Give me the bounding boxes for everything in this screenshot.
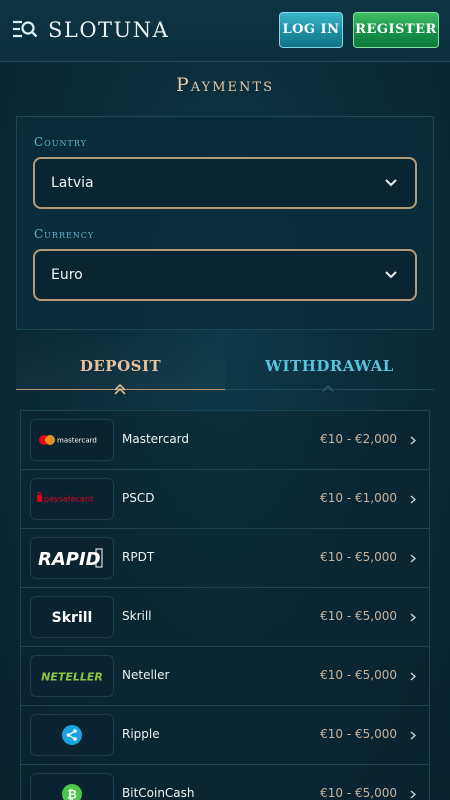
method-limits: €10 - €5,000 — [320, 550, 397, 564]
mastercard-icon: mastercard — [30, 419, 114, 461]
filters-panel: Country Latvia Currency Euro — [16, 116, 434, 330]
list-item[interactable]: ₿ BitCoinCash €10 - €5,000 — [21, 765, 429, 800]
list-item[interactable]: RAPID RPDT €10 - €5,000 — [21, 529, 429, 588]
country-select[interactable]: Latvia — [33, 157, 417, 209]
paysafecard-logo-text: paysafecard — [44, 495, 93, 504]
login-button[interactable]: LOG IN — [279, 12, 343, 48]
mastercard-logo-text: mastercard — [57, 437, 97, 445]
neteller-icon: NETELLER — [30, 655, 114, 697]
chevron-right-icon — [410, 731, 416, 740]
paysafecard-icon: paysafecard — [30, 478, 114, 520]
country-value: Latvia — [51, 175, 94, 191]
method-limits: €10 - €5,000 — [320, 668, 397, 682]
currency-select[interactable]: Euro — [33, 249, 417, 301]
list-item[interactable]: Skrill Skrill €10 - €5,000 — [21, 588, 429, 647]
tab-marker-icon — [322, 384, 334, 392]
chevron-down-icon — [385, 179, 397, 187]
bitcoin-cash-icon: ₿ — [30, 773, 114, 800]
chevron-right-icon — [410, 672, 416, 681]
chevron-down-icon — [385, 271, 397, 279]
list-item[interactable]: Ripple €10 - €5,000 — [21, 706, 429, 765]
payment-tabs: DEPOSIT WITHDRAWAL — [16, 336, 434, 395]
rapid-logo-text: RAPID — [38, 549, 101, 570]
chevron-right-icon — [410, 613, 416, 622]
brand-logo[interactable]: SLOTUNA — [48, 15, 169, 45]
method-limits: €10 - €2,000 — [320, 432, 397, 446]
method-name: Neteller — [122, 668, 170, 682]
chevron-right-icon — [410, 495, 416, 504]
rapid-transfer-icon: RAPID — [30, 537, 114, 579]
method-name: BitCoinCash — [122, 786, 195, 800]
skrill-logo-text: Skrill — [52, 610, 93, 626]
top-header: SLOTUNA LOG IN REGISTER — [0, 0, 450, 62]
chevron-right-icon — [410, 554, 416, 563]
svg-text:₿: ₿ — [67, 788, 77, 800]
skrill-icon: Skrill — [30, 596, 114, 638]
active-tab-marker-icon — [114, 383, 126, 395]
list-item[interactable]: paysafecard PSCD €10 - €1,000 — [21, 470, 429, 529]
country-label: Country — [34, 135, 87, 149]
neteller-logo-text: NETELLER — [41, 671, 103, 684]
method-name: Mastercard — [122, 432, 190, 446]
ripple-icon — [30, 714, 114, 756]
method-limits: €10 - €1,000 — [320, 491, 397, 505]
method-limits: €10 - €5,000 — [320, 609, 397, 623]
list-item[interactable]: NETELLER Neteller €10 - €5,000 — [21, 647, 429, 706]
chevron-right-icon — [410, 790, 416, 799]
method-name: RPDT — [122, 550, 155, 564]
method-name: Ripple — [122, 727, 160, 741]
list-item[interactable]: mastercard Mastercard €10 - €2,000 — [21, 411, 429, 470]
register-button[interactable]: REGISTER — [353, 12, 439, 48]
chevron-right-icon — [410, 436, 416, 445]
page-title: Payments — [176, 74, 274, 96]
method-name: PSCD — [122, 491, 155, 505]
method-name: Skrill — [122, 609, 152, 623]
payment-methods-list: mastercard Mastercard €10 - €2,000 paysa… — [20, 410, 430, 800]
currency-label: Currency — [34, 227, 95, 241]
tab-withdrawal[interactable]: WITHDRAWAL — [225, 336, 434, 390]
currency-value: Euro — [51, 267, 83, 283]
method-limits: €10 - €5,000 — [320, 727, 397, 741]
menu-search-icon[interactable] — [12, 19, 38, 39]
method-limits: €10 - €5,000 — [320, 786, 397, 800]
